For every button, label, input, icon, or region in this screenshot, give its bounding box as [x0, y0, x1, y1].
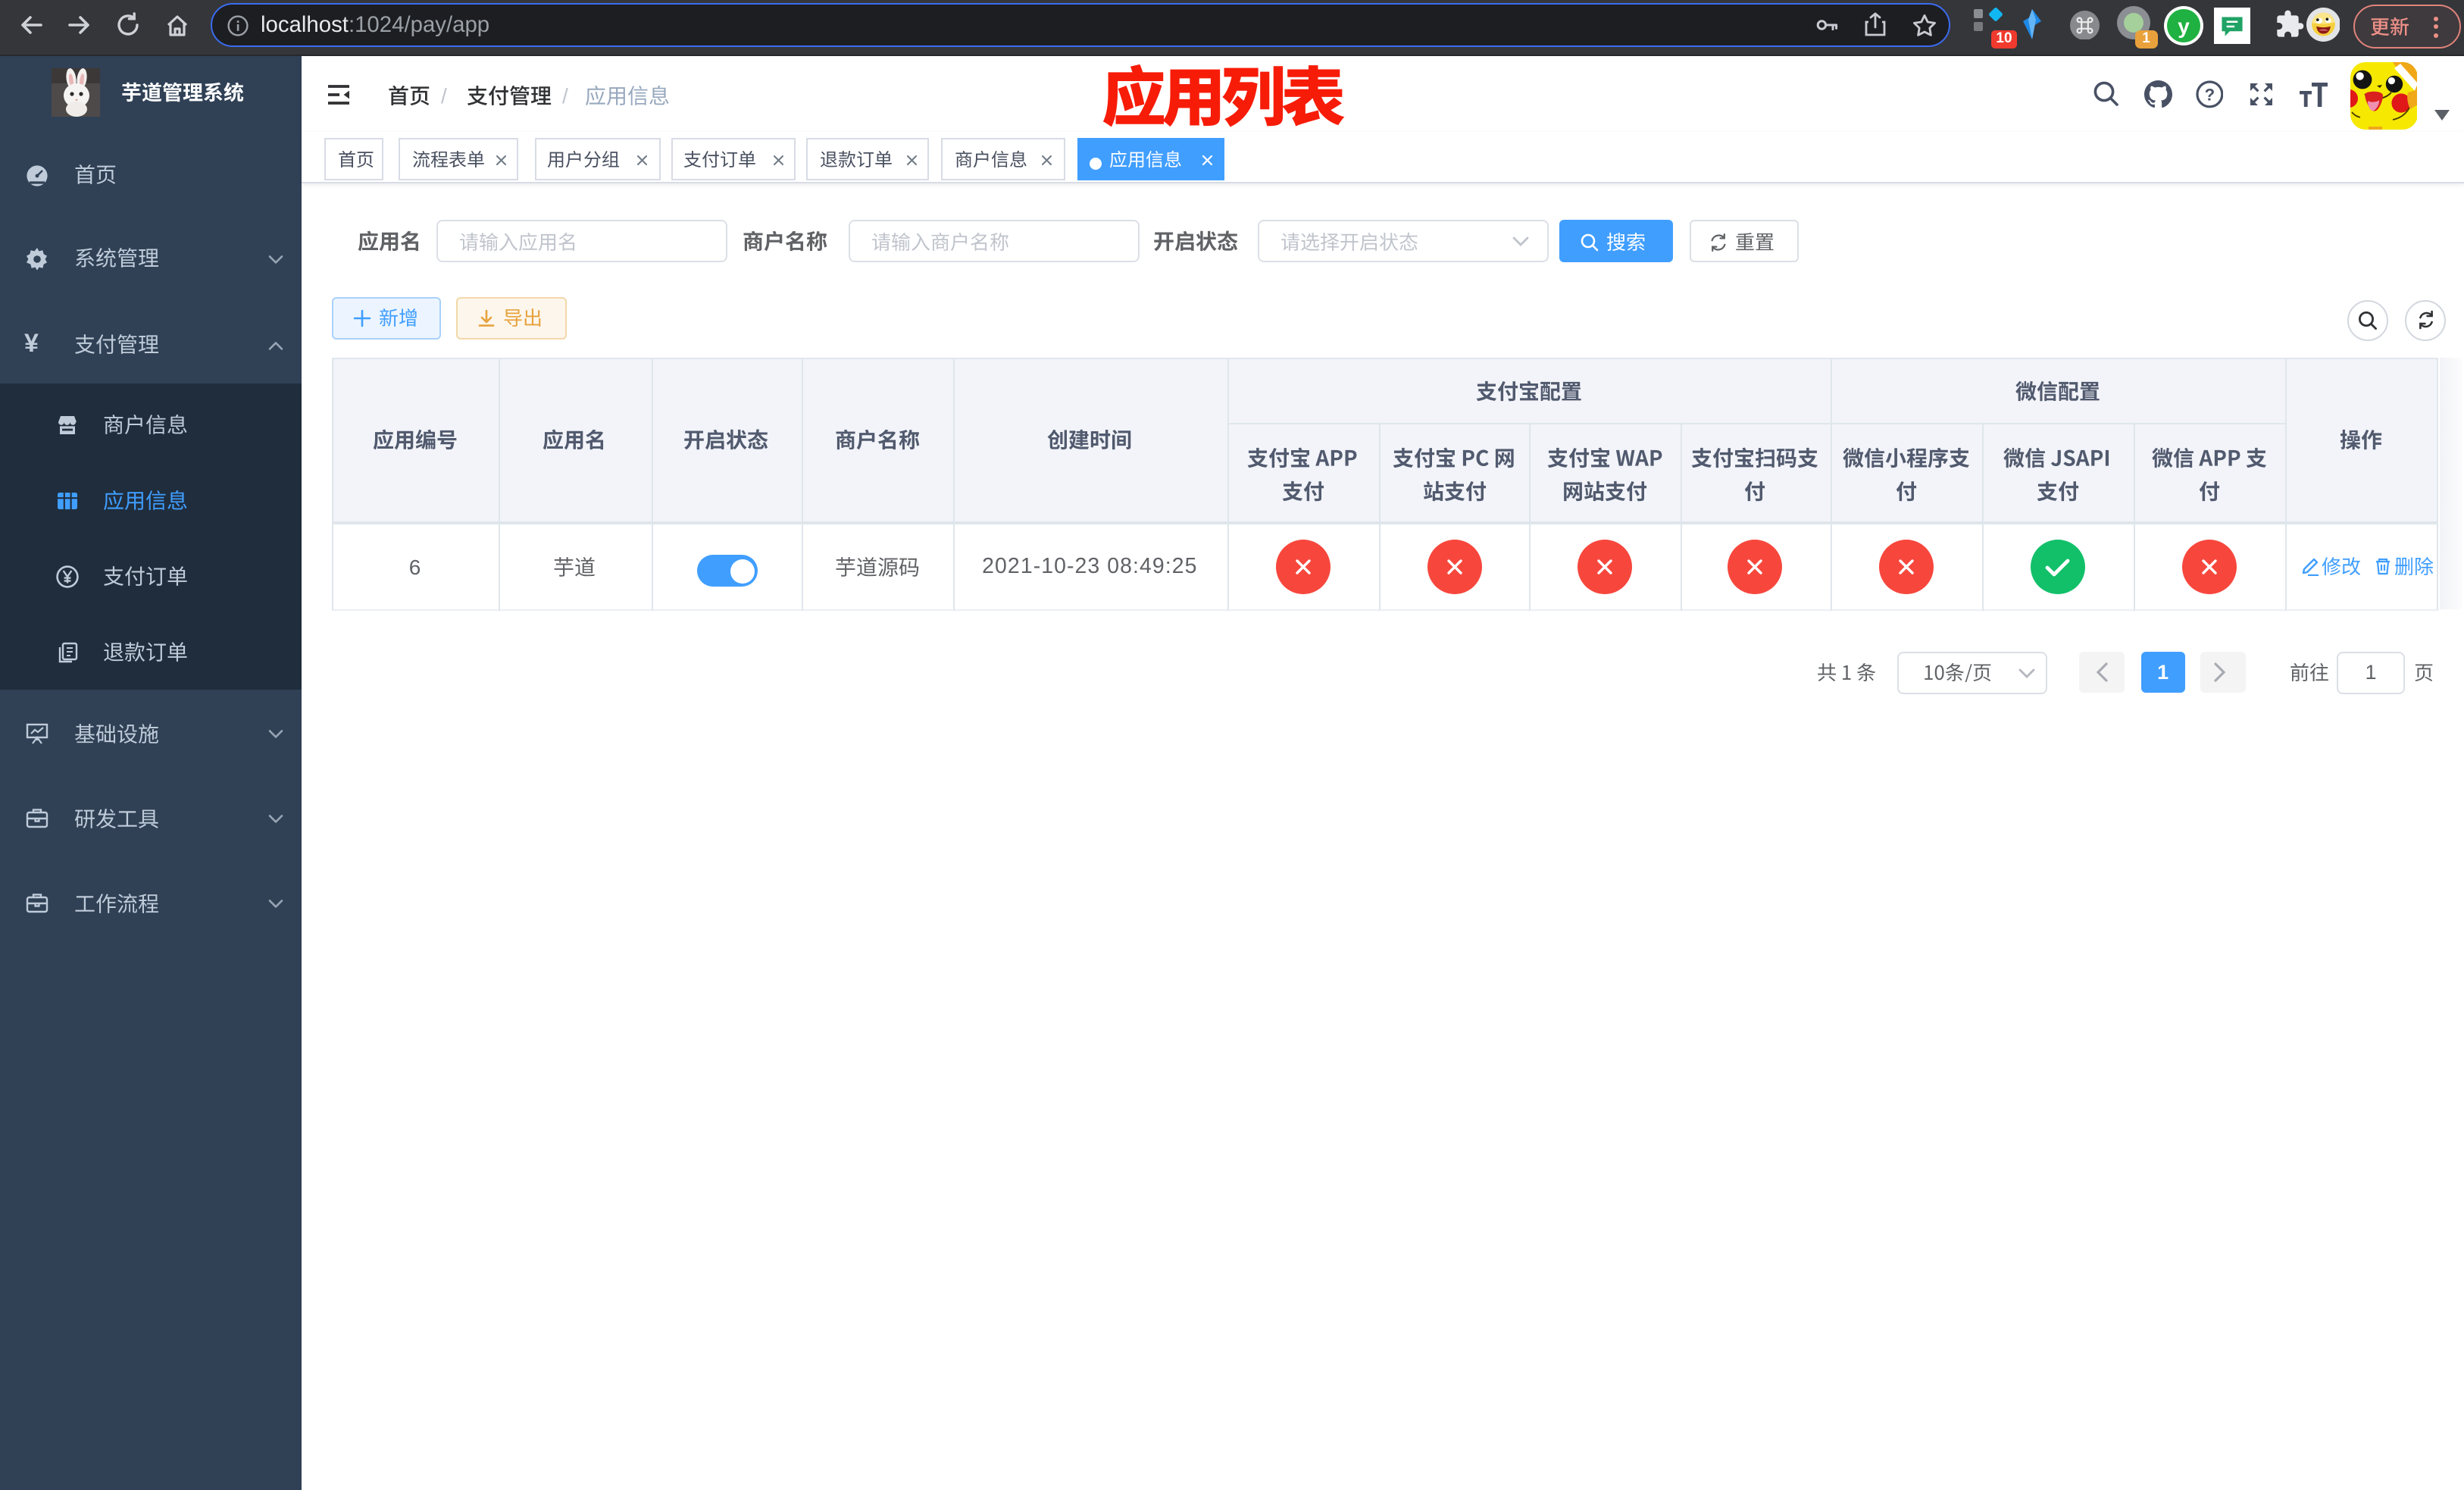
- svg-text:y: y: [2177, 14, 2189, 37]
- svg-text:?: ?: [2204, 85, 2214, 104]
